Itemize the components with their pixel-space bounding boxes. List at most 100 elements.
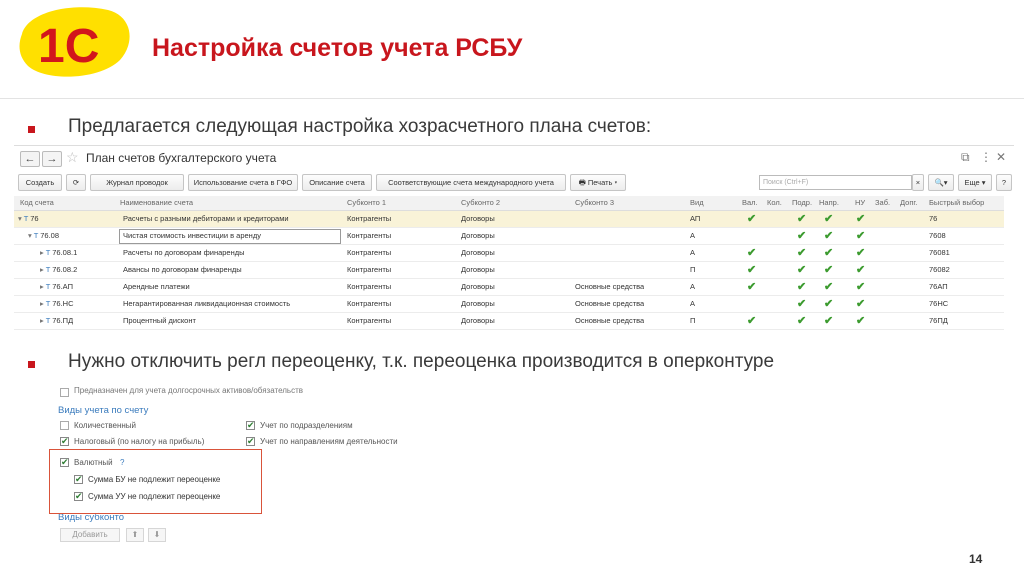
account-code-cell: ▸ T 76.НС bbox=[40, 296, 74, 312]
subconto2-cell: Договоры bbox=[461, 316, 495, 325]
account-name: Негарантированная ликвидационная стоимос… bbox=[123, 299, 291, 308]
col-sub1[interactable]: Субконто 1 bbox=[347, 196, 386, 210]
account-kind-cell: П bbox=[690, 265, 696, 274]
check-icon: ✔ bbox=[824, 213, 834, 225]
quick-select-cell: 76НС bbox=[929, 299, 949, 308]
usage-gfo-button[interactable]: Использование счета в ГФО bbox=[188, 174, 298, 191]
journal-button[interactable]: Журнал проводок bbox=[90, 174, 184, 191]
check-icon: ✔ bbox=[856, 230, 866, 242]
chart-of-accounts-window: ← → ☆ План счетов бухгалтерского учета ⧉… bbox=[14, 145, 1014, 338]
table-row[interactable]: ▸ T 76.08.1 Расчеты по договорам финаренд… bbox=[14, 245, 1004, 262]
check-icon: ✔ bbox=[824, 264, 834, 276]
col-vid[interactable]: Вид bbox=[690, 196, 704, 210]
long-term-label: Предназначен для учета долгосрочных акти… bbox=[74, 386, 303, 395]
col-code[interactable]: Код счета bbox=[20, 196, 54, 210]
quick-select-cell: 76081 bbox=[929, 248, 950, 257]
account-code-cell: ▸ T 76.АП bbox=[40, 279, 73, 295]
check-icon: ✔ bbox=[856, 213, 866, 225]
page-number: 14 bbox=[969, 552, 983, 566]
col-podr[interactable]: Подр. bbox=[792, 196, 812, 210]
quick-select-cell: 76АП bbox=[929, 282, 948, 291]
accounts-table: Код счета Наименование счета Субконто 1 … bbox=[14, 196, 1004, 330]
by-direction-checkbox[interactable]: ✔ bbox=[246, 437, 255, 446]
subconto1-cell: Контрагенты bbox=[347, 214, 392, 223]
table-row[interactable]: ▸ T 76.НС Негарантированная ликвидационна… bbox=[14, 296, 1004, 313]
check-icon: ✔ bbox=[797, 298, 807, 310]
subconto1-cell: Контрагенты bbox=[347, 316, 392, 325]
star-icon[interactable]: ☆ bbox=[66, 149, 79, 166]
table-header: Код счета Наименование счета Субконто 1 … bbox=[14, 196, 1004, 211]
col-sub2[interactable]: Субконто 2 bbox=[461, 196, 500, 210]
col-nu[interactable]: НУ bbox=[855, 196, 865, 210]
quantitative-checkbox[interactable] bbox=[60, 421, 69, 430]
move-up-icon[interactable]: ⬆ bbox=[126, 528, 144, 542]
table-row[interactable]: ▸ T 76.АП Арендные платежи Контрагенты Дого… bbox=[14, 279, 1004, 296]
account-code: 76.АП bbox=[52, 282, 73, 291]
check-icon: ✔ bbox=[797, 281, 807, 293]
account-code-cell: ▾ T 76 bbox=[18, 211, 39, 227]
quick-select-cell: 76082 bbox=[929, 265, 950, 274]
subconto2-cell: Договоры bbox=[461, 282, 495, 291]
title-divider bbox=[0, 98, 1024, 99]
clear-search-icon[interactable]: × bbox=[912, 174, 924, 191]
print-label: Печать bbox=[587, 178, 613, 187]
account-code: 76.08.2 bbox=[52, 265, 78, 274]
back-button[interactable]: ← bbox=[20, 151, 40, 167]
svg-text:1С: 1С bbox=[38, 20, 99, 73]
bullet-text-2: Нужно отключить регл переоценку, т.к. пе… bbox=[68, 351, 775, 372]
highlight-frame bbox=[49, 449, 262, 514]
account-kind-cell: А bbox=[690, 282, 696, 291]
account-description-button[interactable]: Описание счета bbox=[302, 174, 372, 191]
logo-1c: 1С bbox=[19, 7, 130, 77]
check-icon: ✔ bbox=[797, 315, 807, 327]
table-row[interactable]: ▸ T 76.08.2 Авансы по договорам финаренды… bbox=[14, 262, 1004, 279]
col-fast[interactable]: Быстрый выбор bbox=[929, 196, 984, 210]
check-icon: ✔ bbox=[747, 213, 757, 225]
account-code-cell: ▸ T 76.08.1 bbox=[40, 245, 77, 261]
long-term-checkbox[interactable] bbox=[60, 388, 69, 397]
window-titlebar: ← → ☆ План счетов бухгалтерского учета ⧉… bbox=[14, 146, 1014, 172]
bullet-text-1: Предлагается следующая настройка хозрасч… bbox=[68, 116, 652, 137]
subconto1-cell: Контрагенты bbox=[347, 231, 392, 240]
check-icon: ✔ bbox=[747, 281, 757, 293]
print-button[interactable]: 🖶 Печать ▾ bbox=[570, 174, 626, 191]
search-icon[interactable]: 🔍▾ bbox=[928, 174, 954, 191]
account-code: 76.08 bbox=[40, 231, 60, 240]
intl-accounts-button[interactable]: Соответствующие счета международного уче… bbox=[376, 174, 566, 191]
account-kind-cell: А bbox=[690, 299, 696, 308]
more-button[interactable]: Еще ▾ bbox=[958, 174, 992, 191]
check-icon: ✔ bbox=[797, 230, 807, 242]
by-division-checkbox[interactable]: ✔ bbox=[246, 421, 255, 430]
link-icon[interactable]: ⧉ bbox=[961, 150, 970, 165]
col-name[interactable]: Наименование счета bbox=[120, 196, 193, 210]
refresh-icon[interactable]: ⟳ bbox=[66, 174, 86, 191]
subconto1-cell: Контрагенты bbox=[347, 282, 392, 291]
account-name: Процентный дисконт bbox=[123, 316, 196, 325]
check-icon: ✔ bbox=[797, 213, 807, 225]
tax-checkbox[interactable]: ✔ bbox=[60, 437, 69, 446]
add-button[interactable]: Добавить bbox=[60, 528, 120, 542]
check-icon: ✔ bbox=[824, 281, 834, 293]
col-napr[interactable]: Напр. bbox=[819, 196, 839, 210]
table-row[interactable]: ▸ T 76.ПД Процентный дисконт Контрагенты До… bbox=[14, 313, 1004, 330]
subconto3-cell: Основные средства bbox=[575, 316, 645, 325]
check-icon: ✔ bbox=[797, 247, 807, 259]
col-zab[interactable]: Заб. bbox=[875, 196, 890, 210]
bullet-marker bbox=[28, 126, 35, 133]
col-val[interactable]: Вал. bbox=[742, 196, 758, 210]
col-dopg[interactable]: Допг. bbox=[900, 196, 917, 210]
forward-button[interactable]: → bbox=[42, 151, 62, 167]
table-row[interactable]: ▾ T 76.08 Чистая стоимость инвестиции в а… bbox=[14, 228, 1004, 245]
subconto2-cell: Договоры bbox=[461, 248, 495, 257]
create-button[interactable]: Создать bbox=[18, 174, 62, 191]
close-icon[interactable]: ✕ bbox=[996, 150, 1006, 164]
col-kol[interactable]: Кол. bbox=[767, 196, 782, 210]
table-row[interactable]: ▾ T 76 Расчеты с разными дебиторами и кре… bbox=[14, 211, 1004, 228]
search-input[interactable]: Поиск (Ctrl+F) bbox=[759, 175, 912, 190]
check-icon: ✔ bbox=[747, 264, 757, 276]
help-icon[interactable]: ? bbox=[996, 174, 1012, 191]
more-menu-icon[interactable]: ⋮ bbox=[980, 150, 992, 164]
col-sub3[interactable]: Субконто 3 bbox=[575, 196, 614, 210]
move-down-icon[interactable]: ⬇ bbox=[148, 528, 166, 542]
subconto2-cell: Договоры bbox=[461, 214, 495, 223]
